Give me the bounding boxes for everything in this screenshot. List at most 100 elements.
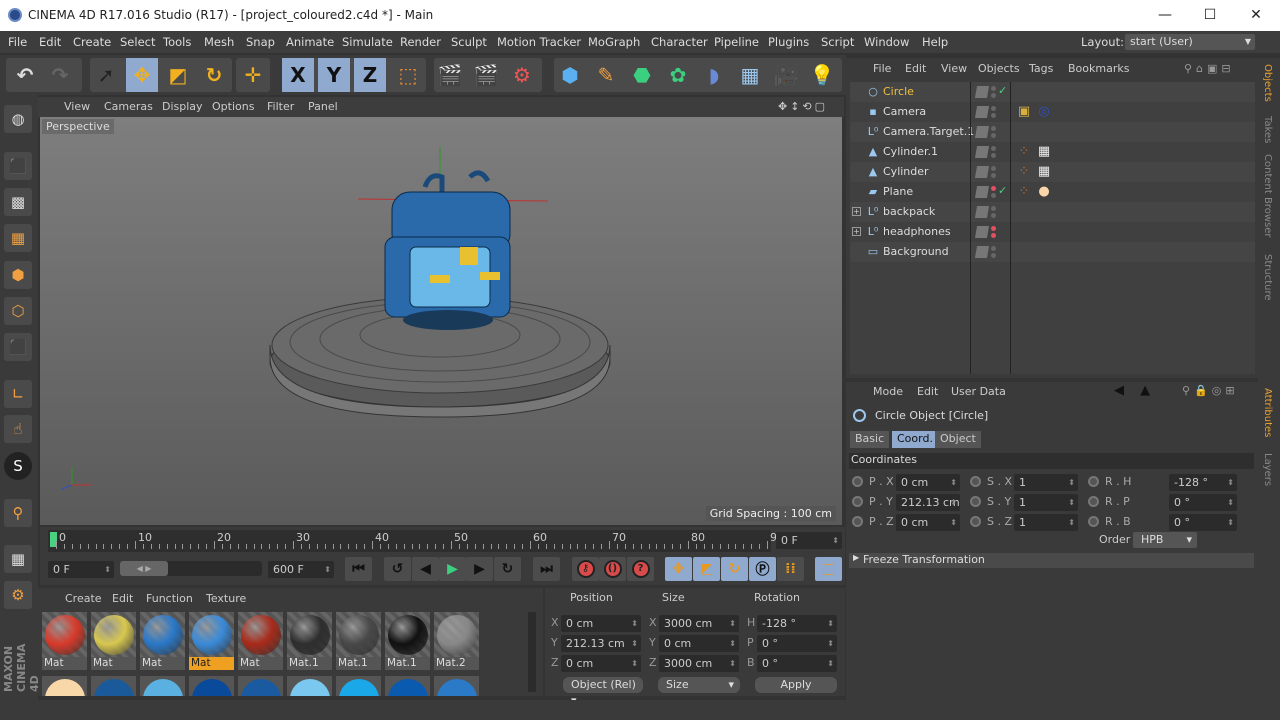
viewport-navigation-icons[interactable]: ✥↕⟲▢: [778, 100, 828, 113]
close-button[interactable]: ✕: [1236, 4, 1276, 26]
layer-visibility-icon[interactable]: [974, 126, 990, 138]
workplane-lock-icon[interactable]: ▦: [4, 545, 32, 573]
menu-plugins[interactable]: Plugins: [768, 35, 809, 49]
object-tag-icon[interactable]: ▣: [1016, 104, 1032, 120]
menu-file[interactable]: File: [8, 35, 27, 49]
rotation-order-select[interactable]: HPB ▾: [1133, 532, 1197, 548]
viewport-menu-cameras[interactable]: Cameras: [104, 100, 153, 113]
spinner-icon[interactable]: ⬍: [729, 655, 736, 672]
object-menu-tags[interactable]: Tags: [1029, 62, 1053, 75]
render-visibility-dot[interactable]: [991, 233, 996, 238]
make-editable-icon[interactable]: ◍: [4, 105, 32, 133]
object-row-circle[interactable]: ○ Circle ✓: [850, 82, 1255, 102]
menu-mograph[interactable]: MoGraph: [588, 35, 640, 49]
tab-object[interactable]: Object: [935, 431, 981, 448]
render-picture-viewer-icon[interactable]: 🎬: [470, 58, 502, 92]
spinner-icon[interactable]: ⬍: [631, 655, 638, 672]
axis-mode-icon[interactable]: ∟: [4, 380, 32, 408]
menu-render[interactable]: Render: [400, 35, 441, 49]
3d-viewport[interactable]: Perspective Grid Spacing : 100 cm: [40, 117, 842, 525]
previous-key-icon[interactable]: ↺: [384, 557, 411, 581]
editor-visibility-dot[interactable]: [991, 86, 996, 91]
render-visibility-dot[interactable]: [991, 153, 996, 158]
menu-simulate[interactable]: Simulate: [342, 35, 393, 49]
expand-toggle-icon[interactable]: +: [852, 207, 861, 216]
object-tag-icon[interactable]: ◎: [1036, 104, 1052, 120]
attr-menu-user-data[interactable]: User Data: [951, 385, 1006, 398]
menu-motion-tracker[interactable]: Motion Tracker: [497, 35, 581, 49]
live-selection-icon[interactable]: ✛: [237, 58, 269, 92]
material-swatch[interactable]: Mat.1: [385, 612, 430, 670]
deformer-icon[interactable]: ◗: [698, 58, 730, 92]
edges-mode-icon[interactable]: ⬡: [4, 297, 32, 325]
object-tag-icon[interactable]: ▦: [1036, 144, 1052, 160]
object-tag-icon[interactable]: ⁘: [1016, 144, 1032, 160]
editor-visibility-dot[interactable]: [991, 206, 996, 211]
render-visibility-dot[interactable]: [991, 173, 996, 178]
coord-field[interactable]: -128 ° ⬍: [1169, 474, 1237, 491]
tab-basic[interactable]: Basic: [850, 431, 890, 448]
subdivision-icon[interactable]: ⬣: [626, 58, 658, 92]
material-swatch[interactable]: [287, 676, 332, 696]
object-row-camera[interactable]: ▪ Camera ▣ ◎: [850, 102, 1255, 122]
material-swatch[interactable]: [189, 676, 234, 696]
light-icon[interactable]: 💡: [806, 58, 838, 92]
camera-icon[interactable]: 🎥: [770, 58, 802, 92]
position-y-field[interactable]: 212.13 cm ⬍: [561, 635, 641, 652]
menu-mesh[interactable]: Mesh: [204, 35, 234, 49]
object-row-backpack[interactable]: + L⁰ backpack: [850, 202, 1255, 222]
next-frame-icon[interactable]: ▶: [466, 557, 493, 581]
keyframe-radio[interactable]: [852, 476, 863, 487]
keyframe-radio[interactable]: [970, 516, 981, 527]
side-tab-objects[interactable]: Objects: [1262, 64, 1273, 102]
coordinate-mode-select[interactable]: Object (Rel) ▾: [563, 677, 643, 707]
layer-visibility-icon[interactable]: [974, 146, 990, 158]
spinner-icon[interactable]: ⬍: [827, 615, 834, 632]
record-rotation-icon[interactable]: ↻: [721, 557, 748, 581]
render-visibility-dot[interactable]: [991, 93, 996, 98]
material-swatch[interactable]: Mat: [42, 612, 87, 670]
object-menu-objects[interactable]: Objects: [978, 62, 1020, 75]
keyframe-radio[interactable]: [852, 516, 863, 527]
start-frame-field[interactable]: 0 F ⬍: [48, 561, 114, 578]
editor-visibility-dot[interactable]: [991, 226, 996, 231]
y-axis-toggle[interactable]: Y: [318, 58, 350, 92]
spinner-icon[interactable]: ⬍: [1068, 474, 1075, 491]
menu-snap[interactable]: Snap: [246, 35, 275, 49]
keyframe-radio[interactable]: [970, 496, 981, 507]
undo-icon[interactable]: ↶: [9, 58, 41, 92]
go-to-end-icon[interactable]: ⏭: [533, 557, 560, 581]
coord-field[interactable]: 0 cm ⬍: [896, 514, 960, 531]
tab-coord[interactable]: Coord.: [892, 431, 938, 448]
material-scrollbar[interactable]: [528, 612, 536, 692]
material-swatch[interactable]: [91, 676, 136, 696]
spinner-icon[interactable]: ⬍: [950, 494, 957, 511]
menu-animate[interactable]: Animate: [286, 35, 334, 49]
camera-label[interactable]: Perspective: [42, 119, 114, 134]
previous-frame-icon[interactable]: ◀: [412, 557, 439, 581]
spinner-icon[interactable]: ⬍: [631, 615, 638, 632]
coord-field[interactable]: 1 ⬍: [1014, 474, 1078, 491]
material-swatch[interactable]: Mat.1: [336, 612, 381, 670]
rotation-h-field[interactable]: -128 ° ⬍: [757, 615, 837, 632]
range-slider-handle[interactable]: ◀ ▶: [120, 561, 168, 576]
enable-axis-icon[interactable]: ⚲: [4, 499, 32, 527]
x-axis-toggle[interactable]: X: [282, 58, 314, 92]
coord-field[interactable]: 1 ⬍: [1014, 514, 1078, 531]
position-z-field[interactable]: 0 cm ⬍: [561, 655, 641, 672]
texture-mode-icon[interactable]: ▩: [4, 188, 32, 216]
enabled-check-icon[interactable]: ✓: [998, 84, 1007, 97]
material-swatch[interactable]: [385, 676, 430, 696]
menu-sculpt[interactable]: Sculpt: [451, 35, 487, 49]
viewport-menu-options[interactable]: Options: [212, 100, 254, 113]
layer-visibility-icon[interactable]: [974, 186, 990, 198]
model-mode-icon[interactable]: ⬛: [4, 152, 32, 180]
object-tag-icon[interactable]: ▦: [1036, 164, 1052, 180]
side-tab-attributes[interactable]: Attributes: [1262, 388, 1273, 437]
menu-help[interactable]: Help: [922, 35, 948, 49]
material-swatch[interactable]: [140, 676, 185, 696]
record-parameter-icon[interactable]: Ⓟ: [749, 557, 776, 581]
position-x-field[interactable]: 0 cm ⬍: [561, 615, 641, 632]
material-swatch[interactable]: Mat: [140, 612, 185, 670]
keyframe-radio[interactable]: [1088, 476, 1099, 487]
